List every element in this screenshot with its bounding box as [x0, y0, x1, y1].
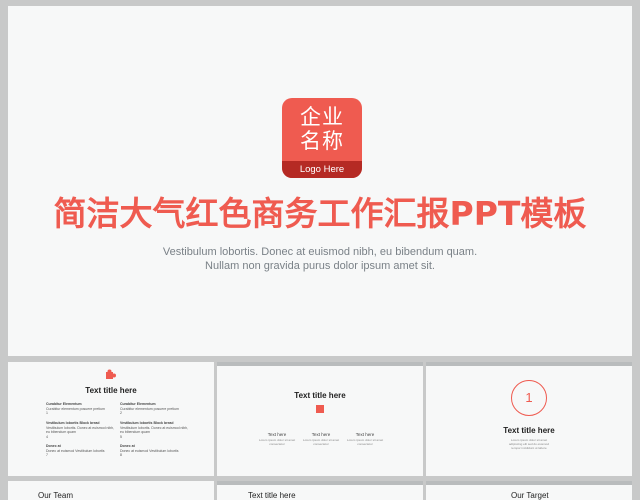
logo-text-line2: 名称 [300, 129, 344, 153]
thumb2-col2-text: Lorem ipsum dolor sit amet consectetur [302, 438, 340, 446]
thumb1-item-6: Donec at Donec at euismod Vestibulum lobo… [120, 444, 179, 457]
main-slide[interactable]: 企业 名称 Logo Here 简洁大气红色商务工作汇报PPT模板 Vestib… [8, 6, 632, 356]
thumb1-item-3: Vestibulum lobortis Block bread Vestibulu… [46, 421, 115, 439]
thumb-header-bar [217, 481, 423, 485]
puzzle-icon [106, 369, 116, 379]
slide-thumbnail-5[interactable]: Text title here [217, 481, 423, 500]
logo-strip: Logo Here [282, 161, 362, 178]
thumb1-item-1: Curabitur Elementum Curabitur elementum p… [46, 402, 105, 415]
slide-thumbnail-1[interactable]: Text title here Curabitur Elementum Curab… [8, 362, 214, 476]
thumb3-title: Text title here [503, 426, 555, 435]
thumb2-title: Text title here [294, 391, 346, 400]
slide-subtitle-line2: Nullam non gravida purus dolor ipsum ame… [205, 260, 435, 272]
thumb3-line3: tempor incididunt ut labore [511, 446, 547, 450]
slide-subtitle-line1: Vestibulum lobortis. Donec at euismod ni… [162, 246, 478, 258]
thumb1-title: Text title here [85, 386, 137, 395]
thumb6-title: Our Target [511, 491, 549, 500]
slide-thumbnail-2[interactable]: Text title here Text here Lorem ipsum do… [217, 362, 423, 476]
slide-title: 简洁大气红色商务工作汇报PPT模板 [53, 194, 587, 233]
thumb5-title: Text title here [248, 491, 296, 500]
thumb4-title: Our Team [38, 491, 73, 500]
company-logo: 企业 名称 Logo Here [282, 98, 362, 178]
thumb1-item-2: Curabitur Elementum Curabitur elementum p… [120, 402, 179, 415]
logo-text-line1: 企业 [300, 105, 344, 129]
thumb-header-bar [426, 481, 632, 485]
slide-thumbnail-4[interactable]: Our Team [8, 481, 214, 500]
thumb1-item-5: Donec at Donec at euismod Vestibulum lobo… [46, 444, 105, 457]
thumb2-col1-label: Text here [267, 432, 287, 437]
thumb2-col3-label: Text here [355, 432, 375, 437]
thumb2-red-icon [316, 405, 324, 413]
thumb-header-bar [217, 362, 423, 366]
thumb2-col1-text: Lorem ipsum dolor sit amet consectetur [258, 438, 296, 446]
thumb2-col2-label: Text here [311, 432, 331, 437]
thumb3-number-circle: 1 [511, 380, 547, 416]
thumb2-col3-text: Lorem ipsum dolor sit amet consectetur [346, 438, 384, 446]
slide-thumbnail-6[interactable]: Our Target [426, 481, 632, 500]
slide-thumbnail-3[interactable]: 1 Text title here Lorem ipsum dolor sit … [426, 362, 632, 476]
thumb-header-bar [426, 362, 632, 366]
thumb1-item-4: Vestibulum lobortis Block bread Vestibulu… [120, 421, 189, 439]
